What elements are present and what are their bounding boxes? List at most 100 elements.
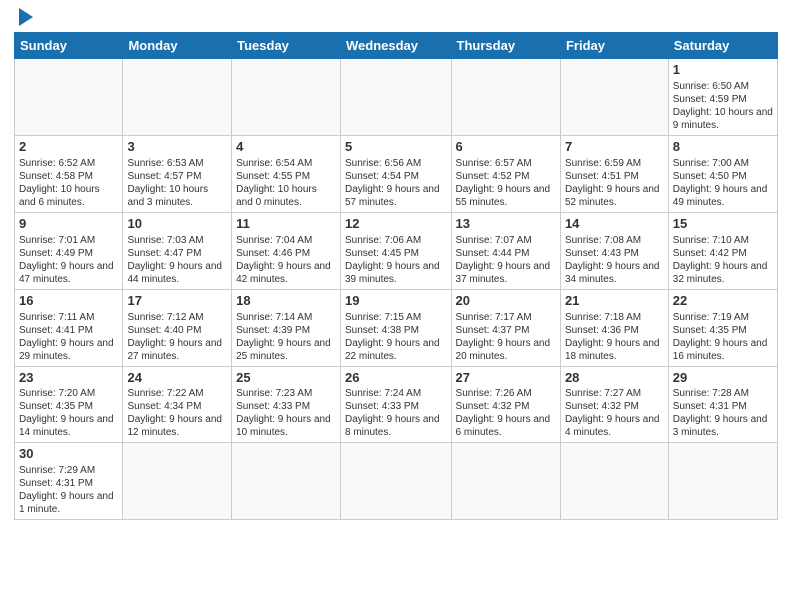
day-info: Sunrise: 7:28 AM Sunset: 4:31 PM Dayligh… (673, 387, 773, 439)
calendar-cell: 19Sunrise: 7:15 AM Sunset: 4:38 PM Dayli… (341, 289, 452, 366)
day-info: Sunrise: 6:50 AM Sunset: 4:59 PM Dayligh… (673, 80, 773, 132)
day-info: Sunrise: 7:15 AM Sunset: 4:38 PM Dayligh… (345, 311, 447, 363)
day-info: Sunrise: 7:04 AM Sunset: 4:46 PM Dayligh… (236, 234, 336, 286)
day-number: 9 (19, 216, 118, 233)
calendar-week-row: 9Sunrise: 7:01 AM Sunset: 4:49 PM Daylig… (15, 212, 778, 289)
calendar-cell: 28Sunrise: 7:27 AM Sunset: 4:32 PM Dayli… (560, 366, 668, 443)
day-number: 21 (565, 293, 664, 310)
day-number: 11 (236, 216, 336, 233)
calendar-cell (15, 59, 123, 136)
calendar-cell (560, 443, 668, 520)
day-number: 4 (236, 139, 336, 156)
calendar-cell: 16Sunrise: 7:11 AM Sunset: 4:41 PM Dayli… (15, 289, 123, 366)
day-info: Sunrise: 7:20 AM Sunset: 4:35 PM Dayligh… (19, 387, 118, 439)
day-number: 10 (127, 216, 227, 233)
calendar-cell (451, 443, 560, 520)
calendar-cell: 18Sunrise: 7:14 AM Sunset: 4:39 PM Dayli… (232, 289, 341, 366)
calendar-cell: 27Sunrise: 7:26 AM Sunset: 4:32 PM Dayli… (451, 366, 560, 443)
calendar-cell: 23Sunrise: 7:20 AM Sunset: 4:35 PM Dayli… (15, 366, 123, 443)
calendar-week-row: 16Sunrise: 7:11 AM Sunset: 4:41 PM Dayli… (15, 289, 778, 366)
calendar-header-row: SundayMondayTuesdayWednesdayThursdayFrid… (15, 33, 778, 59)
day-info: Sunrise: 6:57 AM Sunset: 4:52 PM Dayligh… (456, 157, 556, 209)
day-number: 25 (236, 370, 336, 387)
header (14, 10, 778, 26)
day-number: 8 (673, 139, 773, 156)
logo-area (14, 10, 33, 26)
calendar-cell: 5Sunrise: 6:56 AM Sunset: 4:54 PM Daylig… (341, 135, 452, 212)
calendar-cell: 10Sunrise: 7:03 AM Sunset: 4:47 PM Dayli… (123, 212, 232, 289)
calendar-cell (341, 443, 452, 520)
day-number: 26 (345, 370, 447, 387)
day-info: Sunrise: 6:59 AM Sunset: 4:51 PM Dayligh… (565, 157, 664, 209)
day-number: 12 (345, 216, 447, 233)
calendar-header-saturday: Saturday (668, 33, 777, 59)
calendar-week-row: 23Sunrise: 7:20 AM Sunset: 4:35 PM Dayli… (15, 366, 778, 443)
calendar-cell: 22Sunrise: 7:19 AM Sunset: 4:35 PM Dayli… (668, 289, 777, 366)
day-number: 17 (127, 293, 227, 310)
calendar-cell: 26Sunrise: 7:24 AM Sunset: 4:33 PM Dayli… (341, 366, 452, 443)
calendar-cell (232, 59, 341, 136)
day-number: 27 (456, 370, 556, 387)
calendar-cell: 11Sunrise: 7:04 AM Sunset: 4:46 PM Dayli… (232, 212, 341, 289)
calendar-cell: 24Sunrise: 7:22 AM Sunset: 4:34 PM Dayli… (123, 366, 232, 443)
day-number: 19 (345, 293, 447, 310)
day-info: Sunrise: 7:27 AM Sunset: 4:32 PM Dayligh… (565, 387, 664, 439)
calendar-header-friday: Friday (560, 33, 668, 59)
day-info: Sunrise: 7:24 AM Sunset: 4:33 PM Dayligh… (345, 387, 447, 439)
day-info: Sunrise: 6:52 AM Sunset: 4:58 PM Dayligh… (19, 157, 118, 209)
calendar-cell (232, 443, 341, 520)
day-info: Sunrise: 7:14 AM Sunset: 4:39 PM Dayligh… (236, 311, 336, 363)
day-number: 7 (565, 139, 664, 156)
day-number: 29 (673, 370, 773, 387)
calendar-cell: 6Sunrise: 6:57 AM Sunset: 4:52 PM Daylig… (451, 135, 560, 212)
calendar-cell: 14Sunrise: 7:08 AM Sunset: 4:43 PM Dayli… (560, 212, 668, 289)
calendar-cell (560, 59, 668, 136)
calendar-cell: 17Sunrise: 7:12 AM Sunset: 4:40 PM Dayli… (123, 289, 232, 366)
day-number: 2 (19, 139, 118, 156)
day-number: 13 (456, 216, 556, 233)
calendar-week-row: 30Sunrise: 7:29 AM Sunset: 4:31 PM Dayli… (15, 443, 778, 520)
logo (14, 10, 33, 26)
calendar-cell (668, 443, 777, 520)
day-number: 23 (19, 370, 118, 387)
calendar-cell: 1Sunrise: 6:50 AM Sunset: 4:59 PM Daylig… (668, 59, 777, 136)
calendar-cell: 30Sunrise: 7:29 AM Sunset: 4:31 PM Dayli… (15, 443, 123, 520)
calendar-header-monday: Monday (123, 33, 232, 59)
calendar-cell: 15Sunrise: 7:10 AM Sunset: 4:42 PM Dayli… (668, 212, 777, 289)
calendar-cell (341, 59, 452, 136)
day-info: Sunrise: 7:12 AM Sunset: 4:40 PM Dayligh… (127, 311, 227, 363)
day-info: Sunrise: 7:07 AM Sunset: 4:44 PM Dayligh… (456, 234, 556, 286)
calendar-cell (123, 59, 232, 136)
calendar-cell: 29Sunrise: 7:28 AM Sunset: 4:31 PM Dayli… (668, 366, 777, 443)
day-info: Sunrise: 7:10 AM Sunset: 4:42 PM Dayligh… (673, 234, 773, 286)
day-info: Sunrise: 7:01 AM Sunset: 4:49 PM Dayligh… (19, 234, 118, 286)
day-number: 16 (19, 293, 118, 310)
calendar-header-sunday: Sunday (15, 33, 123, 59)
calendar-cell: 20Sunrise: 7:17 AM Sunset: 4:37 PM Dayli… (451, 289, 560, 366)
day-info: Sunrise: 7:17 AM Sunset: 4:37 PM Dayligh… (456, 311, 556, 363)
day-info: Sunrise: 7:11 AM Sunset: 4:41 PM Dayligh… (19, 311, 118, 363)
calendar-cell: 13Sunrise: 7:07 AM Sunset: 4:44 PM Dayli… (451, 212, 560, 289)
day-info: Sunrise: 7:22 AM Sunset: 4:34 PM Dayligh… (127, 387, 227, 439)
calendar-cell: 12Sunrise: 7:06 AM Sunset: 4:45 PM Dayli… (341, 212, 452, 289)
day-info: Sunrise: 7:29 AM Sunset: 4:31 PM Dayligh… (19, 464, 118, 516)
day-number: 1 (673, 62, 773, 79)
day-info: Sunrise: 7:08 AM Sunset: 4:43 PM Dayligh… (565, 234, 664, 286)
day-number: 20 (456, 293, 556, 310)
day-number: 22 (673, 293, 773, 310)
calendar-header-thursday: Thursday (451, 33, 560, 59)
day-number: 5 (345, 139, 447, 156)
day-number: 6 (456, 139, 556, 156)
calendar-cell (123, 443, 232, 520)
day-number: 28 (565, 370, 664, 387)
day-info: Sunrise: 7:00 AM Sunset: 4:50 PM Dayligh… (673, 157, 773, 209)
calendar-cell: 9Sunrise: 7:01 AM Sunset: 4:49 PM Daylig… (15, 212, 123, 289)
day-info: Sunrise: 7:03 AM Sunset: 4:47 PM Dayligh… (127, 234, 227, 286)
calendar-cell: 25Sunrise: 7:23 AM Sunset: 4:33 PM Dayli… (232, 366, 341, 443)
calendar-cell: 2Sunrise: 6:52 AM Sunset: 4:58 PM Daylig… (15, 135, 123, 212)
calendar-cell: 7Sunrise: 6:59 AM Sunset: 4:51 PM Daylig… (560, 135, 668, 212)
calendar-cell (451, 59, 560, 136)
calendar-cell: 21Sunrise: 7:18 AM Sunset: 4:36 PM Dayli… (560, 289, 668, 366)
calendar-table: SundayMondayTuesdayWednesdayThursdayFrid… (14, 32, 778, 520)
calendar-cell: 4Sunrise: 6:54 AM Sunset: 4:55 PM Daylig… (232, 135, 341, 212)
